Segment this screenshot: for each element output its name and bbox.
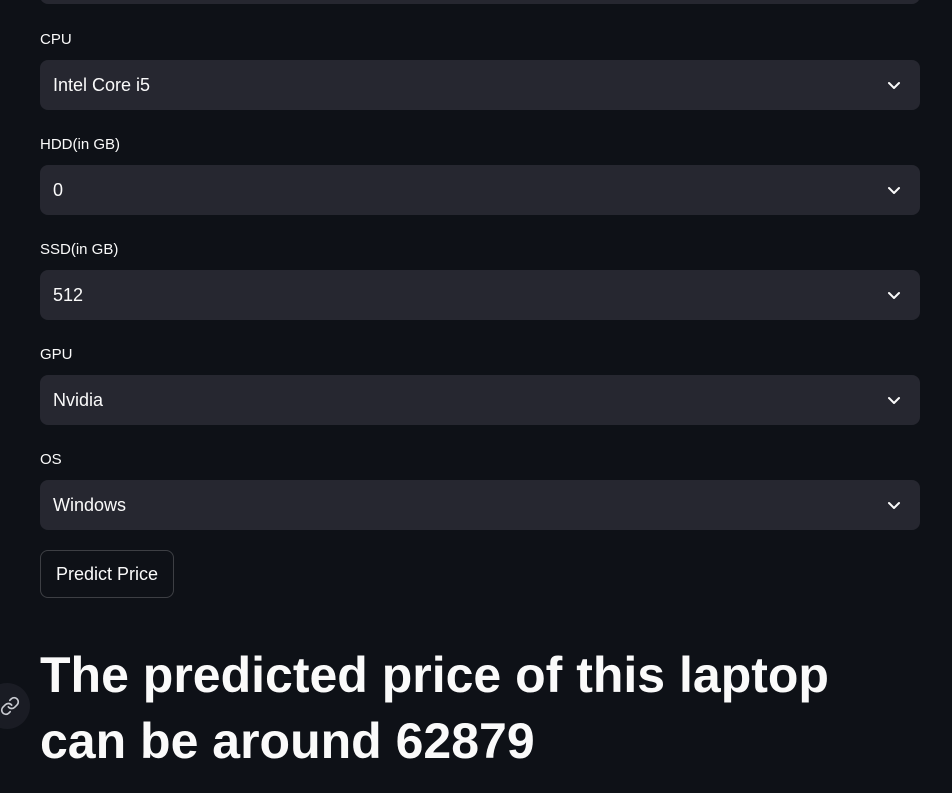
gpu-select-value: Nvidia xyxy=(53,389,104,410)
chevron-down-icon xyxy=(888,502,900,509)
predict-price-button[interactable]: Predict Price xyxy=(40,550,175,598)
heading-anchor-link[interactable] xyxy=(0,683,30,729)
chevron-down-icon xyxy=(888,292,900,299)
cpu-select-value: Intel Core i5 xyxy=(53,74,151,95)
link-icon xyxy=(0,696,20,716)
ssd-label: SSD(in GB) xyxy=(40,241,119,258)
os-select[interactable]: Windows xyxy=(40,480,920,530)
cpu-label: CPU xyxy=(40,31,72,48)
chevron-down-icon xyxy=(888,187,900,194)
chevron-down-icon xyxy=(888,82,900,89)
gpu-select[interactable]: Nvidia xyxy=(40,375,920,425)
gpu-label: GPU xyxy=(40,346,73,363)
gpu-field: GPU Nvidia xyxy=(40,345,920,425)
hdd-field: HDD(in GB) 0 xyxy=(40,135,920,215)
app-main: CPU Intel Core i5 HDD(in GB) 0 SSD(in GB… xyxy=(0,0,952,793)
chevron-down-icon xyxy=(888,397,900,404)
predicted-price-heading: The predicted price of this laptop can b… xyxy=(40,647,829,769)
ssd-select-value: 512 xyxy=(53,284,84,305)
hdd-select-value: 0 xyxy=(53,179,64,200)
ssd-select[interactable]: 512 xyxy=(40,270,920,320)
hdd-label: HDD(in GB) xyxy=(40,136,121,153)
cpu-select[interactable]: Intel Core i5 xyxy=(40,60,920,110)
os-select-value: Windows xyxy=(53,494,127,515)
os-field: OS Windows xyxy=(40,450,920,530)
os-label: OS xyxy=(40,451,62,468)
ssd-field: SSD(in GB) 512 xyxy=(40,240,920,320)
previous-select-box[interactable] xyxy=(40,0,920,4)
hdd-select[interactable]: 0 xyxy=(40,165,920,215)
cpu-field: CPU Intel Core i5 xyxy=(40,30,920,110)
